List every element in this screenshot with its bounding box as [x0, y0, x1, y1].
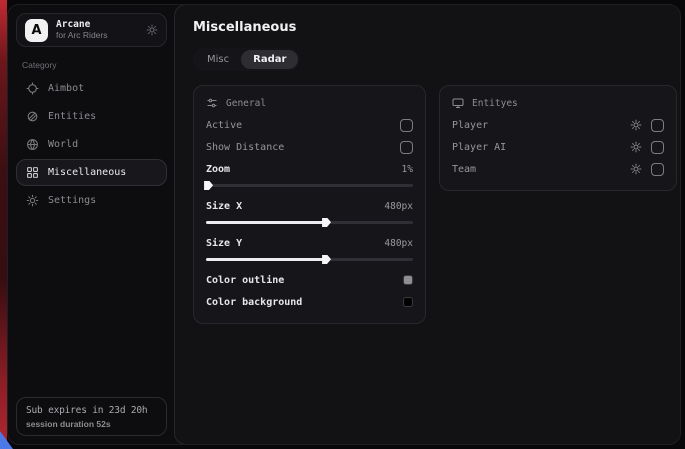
brand-card: A Arcane for Arc Riders	[16, 13, 167, 47]
crosshair-icon	[26, 82, 39, 95]
sidebar-item-miscellaneous[interactable]: Miscellaneous	[16, 159, 167, 186]
size-y-row: Size Y 480px	[206, 232, 413, 254]
sidebar-item-label: Aimbot	[48, 83, 84, 94]
player-label: Player	[452, 120, 488, 131]
entities-panel-title: Entityes	[472, 98, 518, 109]
player-ai-gear-icon[interactable]	[630, 141, 642, 153]
sidebar-item-label: Entities	[48, 111, 96, 122]
size-y-value: 480px	[384, 238, 413, 249]
panels-row: General Active Show Distance Zoom 1%	[193, 85, 677, 324]
zoom-slider-thumb[interactable]	[204, 181, 213, 191]
color-outline-swatch[interactable]	[403, 275, 413, 285]
monitor-icon	[452, 97, 464, 109]
general-panel: General Active Show Distance Zoom 1%	[193, 85, 426, 324]
category-label: Category	[22, 60, 161, 70]
sliders-icon	[206, 97, 218, 109]
player-row: Player	[452, 114, 664, 136]
sidebar-item-label: Settings	[48, 195, 96, 206]
brand-gear-icon[interactable]	[146, 24, 158, 36]
grid-icon	[26, 166, 39, 179]
player-controls	[630, 119, 664, 132]
size-x-slider-fill	[206, 221, 326, 224]
session-duration: session duration 52s	[26, 419, 157, 429]
zoom-slider-track[interactable]	[206, 184, 413, 187]
active-label: Active	[206, 120, 242, 131]
tab-misc[interactable]: Misc	[195, 50, 241, 69]
size-y-slider-fill	[206, 258, 326, 261]
subscription-card: Sub expires in 23d 20h session duration …	[16, 397, 167, 436]
size-y-slider[interactable]	[206, 254, 413, 265]
app-subtitle: for Arc Riders	[56, 31, 108, 41]
general-panel-title: General	[226, 98, 266, 109]
size-x-row: Size X 480px	[206, 195, 413, 217]
size-y-slider-thumb[interactable]	[322, 255, 331, 265]
team-label: Team	[452, 164, 476, 175]
player-gear-icon[interactable]	[630, 119, 642, 131]
color-outline-label: Color outline	[206, 275, 284, 286]
player-ai-checkbox[interactable]	[651, 141, 664, 154]
size-x-slider-thumb[interactable]	[322, 218, 331, 228]
color-background-row: Color background	[206, 291, 413, 313]
size-x-value: 480px	[384, 201, 413, 212]
gear-icon	[26, 194, 39, 207]
color-background-label: Color background	[206, 297, 302, 308]
entities-panel-header: Entityes	[452, 95, 664, 114]
sidebar-item-aimbot[interactable]: Aimbot	[16, 75, 167, 102]
globe-icon	[26, 138, 39, 151]
size-x-slider[interactable]	[206, 217, 413, 228]
team-controls	[630, 163, 664, 176]
team-checkbox[interactable]	[651, 163, 664, 176]
entities-panel: Entityes Player P	[439, 85, 677, 191]
app-window: A Arcane for Arc Riders Category Aimbot	[7, 4, 681, 445]
sidebar: A Arcane for Arc Riders Category Aimbot	[8, 5, 175, 444]
team-gear-icon[interactable]	[630, 163, 642, 175]
player-ai-controls	[630, 141, 664, 154]
brand-text: Arcane for Arc Riders	[56, 20, 108, 41]
zoom-value: 1%	[402, 164, 413, 175]
main-content: Miscellaneous Misc Radar General Active	[174, 4, 681, 445]
subscription-expiry: Sub expires in 23d 20h	[26, 405, 157, 416]
app-title: Arcane	[56, 20, 108, 31]
zoom-label: Zoom	[206, 164, 230, 175]
background-red-strip	[0, 0, 7, 449]
zoom-slider[interactable]	[206, 180, 413, 191]
general-panel-header: General	[206, 95, 413, 114]
show-distance-checkbox[interactable]	[400, 141, 413, 154]
zoom-row: Zoom 1%	[206, 158, 413, 180]
sidebar-item-settings[interactable]: Settings	[16, 187, 167, 214]
sidebar-item-label: World	[48, 139, 78, 150]
sidebar-item-world[interactable]: World	[16, 131, 167, 158]
player-ai-row: Player AI	[452, 136, 664, 158]
player-ai-label: Player AI	[452, 142, 506, 153]
show-distance-row: Show Distance	[206, 136, 413, 158]
sidebar-item-entities[interactable]: Entities	[16, 103, 167, 130]
show-distance-label: Show Distance	[206, 142, 284, 153]
color-outline-row: Color outline	[206, 269, 413, 291]
active-row: Active	[206, 114, 413, 136]
player-checkbox[interactable]	[651, 119, 664, 132]
size-x-label: Size X	[206, 201, 242, 212]
color-background-swatch[interactable]	[403, 297, 413, 307]
active-checkbox[interactable]	[400, 119, 413, 132]
zoom-slider-fill	[206, 184, 208, 187]
page-title: Miscellaneous	[193, 20, 677, 35]
tab-bar: Misc Radar	[193, 48, 300, 71]
app-logo: A	[25, 19, 48, 42]
size-y-label: Size Y	[206, 238, 242, 249]
team-row: Team	[452, 158, 664, 180]
sidebar-item-label: Miscellaneous	[48, 167, 126, 178]
tab-radar[interactable]: Radar	[241, 50, 298, 69]
scan-icon	[26, 110, 39, 123]
